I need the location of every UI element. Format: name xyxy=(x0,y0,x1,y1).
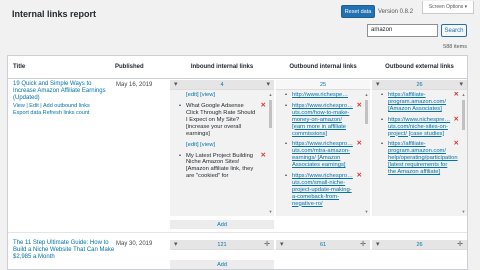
scroll-up-icon: ▲ xyxy=(461,92,466,97)
list-item: • https://www.nichespre… uts.com/niche-s… xyxy=(381,115,459,137)
chevron-down-icon: ▾ xyxy=(376,240,380,248)
list-item: • https://affiliate-program.amazon.com/ … xyxy=(381,140,459,176)
outbound-external-toggle[interactable]: ▾ 26 ✛ xyxy=(372,240,467,250)
move-icon[interactable]: ✛ xyxy=(264,240,270,250)
add-inbound-link[interactable]: Add xyxy=(170,260,274,269)
post-title-link[interactable]: 19 Quick and Simple Ways to Increase Ama… xyxy=(13,81,111,103)
scroll-down-icon: ▼ xyxy=(461,209,466,214)
inbound-links-list: [edit] [view] • What Google Adsense Clic… xyxy=(170,92,266,216)
list-item: • http://www.richespe… xyxy=(285,92,349,98)
chevron-down-icon: ▾ xyxy=(266,80,270,88)
scroll-down-icon: ▼ xyxy=(364,209,369,214)
remove-x-icon[interactable]: ✕ xyxy=(454,116,459,124)
move-icon[interactable]: ✛ xyxy=(360,240,366,250)
links-report-table: Title Published Inbound internal links O… xyxy=(7,55,468,270)
list-item: • https://www.richespro… uts.com/small-n… xyxy=(285,172,362,207)
search-button[interactable]: Search xyxy=(441,24,467,37)
chevron-down-icon: ▾ xyxy=(459,80,463,88)
scrollbar[interactable]: ▲ ▼ xyxy=(364,92,369,214)
page-title: Internal links report xyxy=(12,9,97,19)
move-icon[interactable]: ✛ xyxy=(457,240,463,250)
scroll-up-icon: ▲ xyxy=(268,92,273,97)
list-item: • My Latest Project Building Niche Amazo… xyxy=(179,151,266,180)
remove-x-icon[interactable]: ✕ xyxy=(454,92,459,99)
row-actions-secondary[interactable]: Export data Refresh links count xyxy=(13,110,118,117)
bullet-icon: • xyxy=(285,173,288,180)
bullet-icon: • xyxy=(179,152,182,159)
chevron-down-icon: ▾ xyxy=(174,240,178,248)
bullet-icon: • xyxy=(381,141,384,148)
outbound-external-toggle[interactable]: ▾ 26 ▾ xyxy=(372,80,467,90)
column-header-inbound[interactable]: Inbound internal links xyxy=(170,56,274,78)
remove-x-icon[interactable]: ✕ xyxy=(357,102,362,110)
scrollbar-thumb[interactable] xyxy=(462,100,465,130)
scrollbar[interactable]: ▲ ▼ xyxy=(461,92,466,214)
remove-x-icon[interactable]: ✕ xyxy=(261,102,266,110)
scrollbar-thumb[interactable] xyxy=(269,100,272,128)
column-header-outbound-internal[interactable]: Outbound internal links xyxy=(276,56,370,78)
published-date: May 16, 2019 xyxy=(116,82,153,88)
scroll-up-icon: ▲ xyxy=(364,92,369,97)
row-actions-primary[interactable]: View | Edit | Add outbound links xyxy=(13,103,118,110)
edit-view-links[interactable]: [edit] [view] xyxy=(170,92,266,99)
inbound-links-toggle[interactable]: ▾ 121 ✛ xyxy=(170,240,274,250)
outbound-external-links-cell: ▾ 26 ✛ xyxy=(372,240,467,252)
inbound-links-cell: ▾ 4 ▾ [edit] [view] • What Google Adsens… xyxy=(170,80,274,216)
header-divider xyxy=(8,78,467,79)
outbound-internal-toggle[interactable]: 25 xyxy=(276,80,370,90)
outbound-internal-links-cell: 25 • http://www.richespe… • https://www.… xyxy=(276,80,370,216)
inbound-links-cell: ▾ 121 ✛ xyxy=(170,240,274,252)
row-divider xyxy=(8,232,467,233)
bullet-icon: • xyxy=(381,116,384,123)
scroll-down-icon: ▼ xyxy=(268,209,273,214)
inbound-links-toggle[interactable]: ▾ 4 ▾ xyxy=(170,80,274,90)
outbound-external-links-cell: ▾ 26 ▾ • https://affiliate-program.amazo… xyxy=(372,80,467,216)
list-item: • https://www.richespro… uts.com/mtra-am… xyxy=(285,140,362,169)
published-date: May 30, 2019 xyxy=(116,241,153,247)
screen-options-tab[interactable]: Screen Options ▾ xyxy=(422,1,474,14)
post-title-link[interactable]: The 11 Step Ultimate Guide: How to Build… xyxy=(13,240,123,262)
edit-view-links[interactable]: [edit] [view] xyxy=(170,142,266,149)
outbound-internal-links-cell: ▾ 61 ✛ xyxy=(276,240,370,252)
search-input[interactable]: amazon xyxy=(367,24,438,37)
remove-x-icon[interactable]: ✕ xyxy=(357,141,362,148)
bullet-icon: • xyxy=(381,92,384,98)
plugin-version: Version 0.8.2 xyxy=(378,9,414,15)
outbound-internal-list: • http://www.richespe… • https://www.ric… xyxy=(276,92,362,216)
column-header-outbound-external[interactable]: Outbound external links xyxy=(372,56,467,78)
column-header-published[interactable]: Published xyxy=(115,56,170,78)
add-inbound-link[interactable]: Add xyxy=(170,220,274,229)
items-count: 588 items xyxy=(443,44,467,50)
bullet-icon: • xyxy=(285,141,288,148)
reset-data-button[interactable]: Reset data xyxy=(341,5,375,18)
list-item: • https://www.richespro… uts.com/how-to-… xyxy=(285,101,362,137)
chevron-down-icon: ▾ xyxy=(280,240,284,248)
outbound-internal-toggle[interactable]: ▾ 61 ✛ xyxy=(276,240,370,250)
column-header-title[interactable]: Title xyxy=(13,56,113,78)
row-actions: View | Edit | Add outbound links Export … xyxy=(13,103,118,117)
list-item: • What Google Adsense Click Through Rate… xyxy=(179,102,266,137)
scrollbar[interactable]: ▲ ▼ xyxy=(268,92,273,214)
list-item: • https://affiliate-program.amazon.com/ … xyxy=(381,92,459,112)
remove-x-icon[interactable]: ✕ xyxy=(454,141,459,148)
remove-x-icon[interactable]: ✕ xyxy=(357,172,362,180)
outbound-external-list: • https://affiliate-program.amazon.com/ … xyxy=(372,92,459,216)
bullet-icon: • xyxy=(285,92,288,98)
scrollbar-thumb[interactable] xyxy=(365,100,368,124)
remove-x-icon[interactable]: ✕ xyxy=(261,152,266,160)
bullet-icon: • xyxy=(285,102,288,109)
chevron-down-icon: ▾ xyxy=(376,80,380,88)
bullet-icon: • xyxy=(179,103,182,109)
chevron-down-icon: ▾ xyxy=(174,80,178,88)
